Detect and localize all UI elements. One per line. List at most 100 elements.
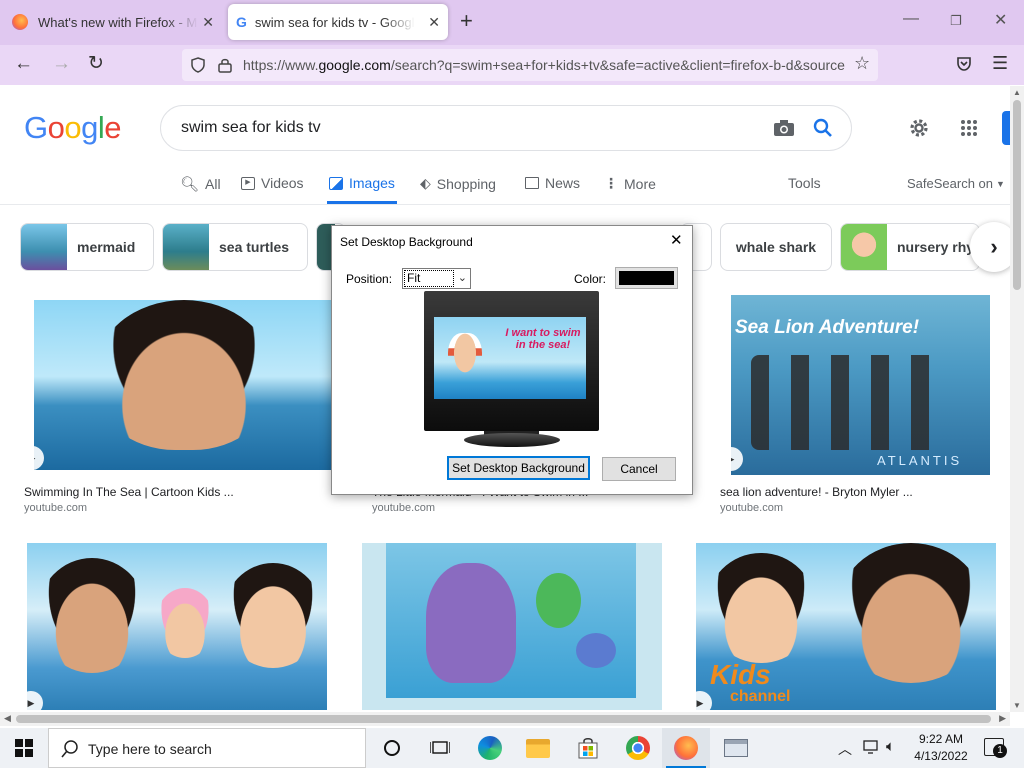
horizontal-scrollbar[interactable]: ◀ ▶ bbox=[0, 712, 1010, 726]
taskbar-file-explorer[interactable] bbox=[514, 728, 562, 768]
url-bar[interactable]: https://www.google.com/search?q=swim+sea… bbox=[182, 49, 878, 81]
notification-center-button[interactable]: 1 bbox=[984, 738, 1007, 758]
preview-text: I want to swim in the sea! bbox=[505, 327, 581, 351]
scroll-up-icon[interactable]: ▲ bbox=[1013, 88, 1021, 97]
cancel-button[interactable]: Cancel bbox=[602, 457, 676, 481]
folder-icon bbox=[526, 738, 550, 758]
taskbar-edge[interactable] bbox=[466, 728, 514, 768]
tab-title: swim sea for kids tv - Google Sea bbox=[254, 14, 415, 30]
tools-button[interactable]: Tools bbox=[788, 175, 821, 191]
logo-letter: o bbox=[64, 110, 82, 145]
tab-shopping[interactable]: ⬖ Shopping bbox=[420, 175, 496, 192]
scroll-left-icon[interactable]: ◀ bbox=[4, 713, 11, 724]
chip-mermaid[interactable]: mermaid bbox=[20, 223, 154, 271]
chip-label: sea turtles bbox=[219, 239, 290, 255]
sign-in-button[interactable] bbox=[1002, 111, 1010, 145]
chip-label: whale shark bbox=[735, 239, 817, 255]
scrollbar-thumb[interactable] bbox=[16, 715, 991, 723]
cortana-button[interactable] bbox=[368, 728, 416, 768]
dialog-close-icon[interactable]: ✕ bbox=[670, 231, 683, 249]
firefox-icon bbox=[12, 14, 28, 30]
volume-icon[interactable]: 🔈︎ bbox=[886, 738, 895, 755]
people-group bbox=[751, 355, 951, 450]
search-box[interactable]: swim sea for kids tv bbox=[160, 105, 852, 151]
play-icon: ▶ bbox=[731, 447, 743, 471]
dialog-title: Set Desktop Background bbox=[340, 235, 473, 249]
chip-label: mermaid bbox=[77, 239, 136, 255]
position-value: Fit bbox=[404, 270, 454, 287]
taskbar-search-box[interactable]: Type here to search bbox=[48, 728, 366, 768]
tab-whats-new[interactable]: What's new with Firefox - More ✕ bbox=[4, 4, 222, 40]
result-source[interactable]: youtube.com bbox=[372, 502, 435, 514]
tag-icon: ⬖ bbox=[420, 175, 431, 191]
new-tab-icon[interactable]: + bbox=[460, 8, 473, 34]
logo-letter: g bbox=[81, 110, 98, 145]
result-image-octopus[interactable] bbox=[362, 543, 662, 710]
cartoon-figure bbox=[836, 543, 986, 683]
close-tab-icon[interactable]: ✕ bbox=[428, 14, 440, 31]
apps-grid-icon[interactable] bbox=[960, 119, 978, 137]
clock[interactable]: 9:22 AM 4/13/2022 bbox=[908, 731, 974, 765]
lock-icon[interactable] bbox=[218, 57, 232, 73]
minimize-icon[interactable]: — bbox=[903, 10, 919, 28]
cartoon-figure bbox=[37, 558, 147, 673]
chip-whale-shark[interactable]: whale shark bbox=[720, 223, 832, 271]
tab-news[interactable]: News bbox=[525, 175, 580, 191]
back-icon[interactable]: ← bbox=[14, 53, 33, 75]
edge-icon bbox=[478, 736, 502, 760]
search-query[interactable]: swim sea for kids tv bbox=[181, 119, 321, 137]
show-hidden-icons-icon[interactable]: ︿ bbox=[838, 739, 852, 759]
set-desktop-background-button[interactable]: Set Desktop Background bbox=[447, 456, 590, 480]
task-view-button[interactable] bbox=[416, 728, 464, 768]
tab-all[interactable]: 🔍︎ All bbox=[180, 175, 221, 193]
search-icon[interactable] bbox=[813, 118, 833, 138]
camera-icon[interactable] bbox=[773, 119, 795, 137]
clock-date: 4/13/2022 bbox=[914, 749, 968, 763]
taskbar-store[interactable] bbox=[564, 728, 612, 768]
settings-gear-icon[interactable] bbox=[907, 116, 931, 140]
bookmark-star-icon[interactable]: ☆ bbox=[854, 53, 870, 74]
window-close-icon[interactable]: ✕ bbox=[994, 10, 1007, 30]
google-logo[interactable]: Google bbox=[24, 110, 122, 146]
pocket-icon[interactable] bbox=[956, 56, 972, 72]
tab-images[interactable]: Images bbox=[329, 175, 395, 191]
shield-icon[interactable] bbox=[190, 57, 206, 73]
taskbar-app[interactable] bbox=[712, 728, 760, 768]
tab-title: What's new with Firefox - More bbox=[38, 14, 198, 30]
color-picker-button[interactable] bbox=[615, 267, 678, 289]
tab-videos[interactable]: ▶ Videos bbox=[241, 175, 304, 191]
chip-nursery-rhymes[interactable]: nursery rhy bbox=[840, 223, 980, 271]
tab-label: Videos bbox=[261, 175, 304, 191]
result-image-kids-channel[interactable]: Kids channel ▶ bbox=[696, 543, 996, 710]
safesearch-button[interactable]: SafeSearch on ▼ bbox=[907, 176, 1005, 191]
tab-google-search[interactable]: G swim sea for kids tv - Google Sea ✕ bbox=[228, 4, 448, 40]
result-image-sea-lion[interactable]: Sea Lion Adventure! ATLANTIS ▶ bbox=[731, 295, 990, 475]
menu-icon[interactable]: ☰ bbox=[992, 53, 1008, 74]
scroll-down-icon[interactable]: ▼ bbox=[1013, 701, 1021, 710]
chip-sea-turtles[interactable]: sea turtles bbox=[162, 223, 308, 271]
result-source[interactable]: youtube.com bbox=[24, 502, 87, 514]
start-button[interactable] bbox=[0, 728, 48, 768]
result-caption[interactable]: sea lion adventure! - Bryton Myler ... bbox=[720, 485, 913, 499]
taskbar-firefox[interactable] bbox=[662, 728, 710, 768]
network-icon[interactable] bbox=[863, 740, 881, 756]
taskbar-chrome[interactable] bbox=[614, 728, 662, 768]
tab-more[interactable]: ⋮ More bbox=[604, 175, 656, 192]
result-source[interactable]: youtube.com bbox=[720, 502, 783, 514]
position-select[interactable]: Fit ⌄ bbox=[402, 268, 471, 289]
vertical-scrollbar[interactable]: ▲ ▼ bbox=[1010, 86, 1024, 712]
caret-down-icon: ▼ bbox=[996, 178, 1005, 189]
forward-icon[interactable]: → bbox=[52, 53, 71, 75]
position-label: Position: bbox=[346, 272, 393, 286]
restore-icon[interactable]: ❐ bbox=[950, 13, 962, 29]
tab-label: News bbox=[545, 175, 581, 191]
task-view-icon bbox=[430, 741, 450, 754]
channel-logo: Kids channel bbox=[710, 661, 790, 705]
scrollbar-thumb[interactable] bbox=[1013, 100, 1021, 290]
reload-icon[interactable]: ↻ bbox=[88, 52, 104, 75]
scroll-right-icon[interactable]: ▶ bbox=[999, 713, 1006, 724]
result-image-kids-pool[interactable]: ▶ bbox=[27, 543, 327, 710]
close-tab-icon[interactable]: ✕ bbox=[202, 14, 214, 31]
result-image-swimming[interactable]: ▶ bbox=[34, 300, 334, 470]
result-caption[interactable]: Swimming In The Sea | Cartoon Kids ... bbox=[24, 485, 234, 499]
